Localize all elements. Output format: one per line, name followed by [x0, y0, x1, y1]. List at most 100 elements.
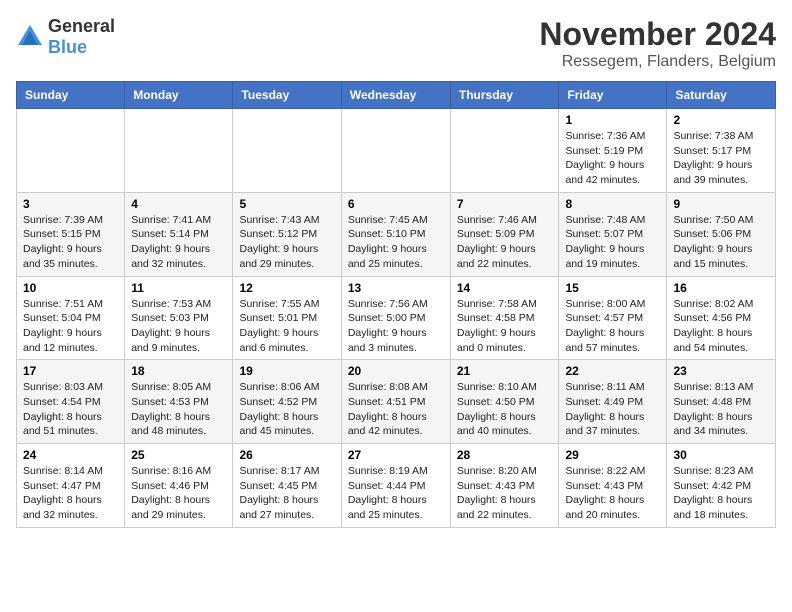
- day-info: Sunrise: 8:22 AMSunset: 4:43 PMDaylight:…: [565, 464, 660, 523]
- calendar-cell: 26Sunrise: 8:17 AMSunset: 4:45 PMDayligh…: [233, 444, 341, 528]
- header-monday: Monday: [125, 82, 233, 109]
- header-tuesday: Tuesday: [233, 82, 341, 109]
- calendar-cell: 16 Sunrise: 8:02 AMSunset: 4:56 PMDayligh…: [667, 276, 776, 360]
- day-info: Sunrise: 7:50 AMSunset: 5:06 PMDaylight:…: [673, 213, 769, 272]
- day-number: 8: [565, 197, 660, 211]
- calendar-cell: [450, 109, 559, 193]
- calendar-cell: 22Sunrise: 8:11 AMSunset: 4:49 PMDayligh…: [559, 360, 667, 444]
- day-number: 13: [348, 281, 444, 295]
- day-info: Sunrise: 7:36 AMSunset: 5:19 PMDaylight:…: [565, 129, 660, 188]
- calendar-cell: 28 Sunrise: 8:20 AMSunset: 4:43 PMDayligh…: [450, 444, 559, 528]
- calendar-cell: 11 Sunrise: 7:53 AMSunset: 5:03 PMDayligh…: [125, 276, 233, 360]
- day-number: 17: [23, 364, 118, 378]
- calendar-cell: 18Sunrise: 8:05 AMSunset: 4:53 PMDayligh…: [125, 360, 233, 444]
- day-info: Sunrise: 7:39 AMSunset: 5:15 PMDaylight:…: [23, 213, 118, 272]
- calendar-cell: 30 Sunrise: 8:23 AMSunset: 4:42 PMDayligh…: [667, 444, 776, 528]
- day-info: Sunrise: 7:56 AMSunset: 5:00 PMDaylight:…: [348, 297, 444, 356]
- calendar-cell: 15 Sunrise: 8:00 AMSunset: 4:57 PMDayligh…: [559, 276, 667, 360]
- calendar-cell: 6 Sunrise: 7:45 AMSunset: 5:10 PMDaylight…: [341, 192, 450, 276]
- day-number: 20: [348, 364, 444, 378]
- calendar-cell: 29 Sunrise: 8:22 AMSunset: 4:43 PMDayligh…: [559, 444, 667, 528]
- day-info: Sunrise: 7:51 AMSunset: 5:04 PMDaylight:…: [23, 297, 118, 356]
- calendar-cell: 21 Sunrise: 8:10 AMSunset: 4:50 PMDayligh…: [450, 360, 559, 444]
- day-info: Sunrise: 7:58 AMSunset: 4:58 PMDaylight:…: [457, 297, 553, 356]
- calendar-cell: 5 Sunrise: 7:43 AMSunset: 5:12 PMDaylight…: [233, 192, 341, 276]
- day-number: 9: [673, 197, 769, 211]
- day-number: 10: [23, 281, 118, 295]
- day-number: 21: [457, 364, 553, 378]
- header-friday: Friday: [559, 82, 667, 109]
- calendar-cell: 1 Sunrise: 7:36 AMSunset: 5:19 PMDaylight…: [559, 109, 667, 193]
- day-info: Sunrise: 7:53 AMSunset: 5:03 PMDaylight:…: [131, 297, 226, 356]
- day-info: Sunrise: 8:02 AMSunset: 4:56 PMDaylight:…: [673, 297, 769, 356]
- calendar-cell: 27 Sunrise: 8:19 AMSunset: 4:44 PMDayligh…: [341, 444, 450, 528]
- logo-text-blue: Blue: [48, 37, 87, 57]
- day-number: 15: [565, 281, 660, 295]
- day-info: Sunrise: 8:13 AMSunset: 4:48 PMDaylight:…: [673, 380, 769, 439]
- calendar-cell: 12Sunrise: 7:55 AMSunset: 5:01 PMDayligh…: [233, 276, 341, 360]
- day-number: 18: [131, 364, 226, 378]
- day-info: Sunrise: 7:43 AMSunset: 5:12 PMDaylight:…: [239, 213, 334, 272]
- day-number: 12: [239, 281, 334, 295]
- calendar-table: Sunday Monday Tuesday Wednesday Thursday…: [16, 81, 776, 528]
- day-number: 11: [131, 281, 226, 295]
- title-area: November 2024 Ressegem, Flanders, Belgiu…: [539, 16, 776, 71]
- calendar-week-1: 3 Sunrise: 7:39 AMSunset: 5:15 PMDaylight…: [17, 192, 776, 276]
- day-number: 6: [348, 197, 444, 211]
- day-number: 29: [565, 448, 660, 462]
- header-saturday: Saturday: [667, 82, 776, 109]
- calendar-cell: [125, 109, 233, 193]
- calendar-cell: 3 Sunrise: 7:39 AMSunset: 5:15 PMDaylight…: [17, 192, 125, 276]
- day-info: Sunrise: 8:19 AMSunset: 4:44 PMDaylight:…: [348, 464, 444, 523]
- day-number: 4: [131, 197, 226, 211]
- calendar-cell: 17 Sunrise: 8:03 AMSunset: 4:54 PMDayligh…: [17, 360, 125, 444]
- header-thursday: Thursday: [450, 82, 559, 109]
- calendar-week-2: 10 Sunrise: 7:51 AMSunset: 5:04 PMDayligh…: [17, 276, 776, 360]
- calendar-cell: [17, 109, 125, 193]
- day-number: 1: [565, 113, 660, 127]
- calendar-header-row: Sunday Monday Tuesday Wednesday Thursday…: [17, 82, 776, 109]
- day-info: Sunrise: 8:10 AMSunset: 4:50 PMDaylight:…: [457, 380, 553, 439]
- day-info: Sunrise: 8:03 AMSunset: 4:54 PMDaylight:…: [23, 380, 118, 439]
- day-info: Sunrise: 8:23 AMSunset: 4:42 PMDaylight:…: [673, 464, 769, 523]
- calendar-cell: [341, 109, 450, 193]
- day-number: 25: [131, 448, 226, 462]
- day-number: 23: [673, 364, 769, 378]
- day-number: 24: [23, 448, 118, 462]
- day-info: Sunrise: 8:14 AMSunset: 4:47 PMDaylight:…: [23, 464, 118, 523]
- day-number: 16: [673, 281, 769, 295]
- day-number: 30: [673, 448, 769, 462]
- logo-text-general: General: [48, 16, 115, 36]
- calendar-cell: 4 Sunrise: 7:41 AMSunset: 5:14 PMDaylight…: [125, 192, 233, 276]
- day-info: Sunrise: 7:48 AMSunset: 5:07 PMDaylight:…: [565, 213, 660, 272]
- day-info: Sunrise: 8:16 AMSunset: 4:46 PMDaylight:…: [131, 464, 226, 523]
- calendar-cell: 2 Sunrise: 7:38 AMSunset: 5:17 PMDaylight…: [667, 109, 776, 193]
- calendar-cell: 23 Sunrise: 8:13 AMSunset: 4:48 PMDayligh…: [667, 360, 776, 444]
- day-info: Sunrise: 8:06 AMSunset: 4:52 PMDaylight:…: [239, 380, 334, 439]
- header-wednesday: Wednesday: [341, 82, 450, 109]
- day-number: 2: [673, 113, 769, 127]
- day-number: 7: [457, 197, 553, 211]
- location-title: Ressegem, Flanders, Belgium: [539, 53, 776, 71]
- day-info: Sunrise: 8:00 AMSunset: 4:57 PMDaylight:…: [565, 297, 660, 356]
- calendar-week-3: 17 Sunrise: 8:03 AMSunset: 4:54 PMDayligh…: [17, 360, 776, 444]
- day-info: Sunrise: 7:41 AMSunset: 5:14 PMDaylight:…: [131, 213, 226, 272]
- page-header: General Blue November 2024 Ressegem, Fla…: [16, 16, 776, 71]
- calendar-cell: 10 Sunrise: 7:51 AMSunset: 5:04 PMDayligh…: [17, 276, 125, 360]
- day-info: Sunrise: 8:20 AMSunset: 4:43 PMDaylight:…: [457, 464, 553, 523]
- calendar-week-0: 1 Sunrise: 7:36 AMSunset: 5:19 PMDaylight…: [17, 109, 776, 193]
- day-number: 28: [457, 448, 553, 462]
- calendar-cell: 19Sunrise: 8:06 AMSunset: 4:52 PMDayligh…: [233, 360, 341, 444]
- day-number: 26: [239, 448, 334, 462]
- day-info: Sunrise: 7:45 AMSunset: 5:10 PMDaylight:…: [348, 213, 444, 272]
- logo: General Blue: [16, 16, 115, 58]
- day-number: 3: [23, 197, 118, 211]
- calendar-cell: 20Sunrise: 8:08 AMSunset: 4:51 PMDayligh…: [341, 360, 450, 444]
- calendar-cell: 9 Sunrise: 7:50 AMSunset: 5:06 PMDaylight…: [667, 192, 776, 276]
- day-info: Sunrise: 8:11 AMSunset: 4:49 PMDaylight:…: [565, 380, 660, 439]
- day-info: Sunrise: 7:46 AMSunset: 5:09 PMDaylight:…: [457, 213, 553, 272]
- day-number: 5: [239, 197, 334, 211]
- day-info: Sunrise: 7:38 AMSunset: 5:17 PMDaylight:…: [673, 129, 769, 188]
- header-sunday: Sunday: [17, 82, 125, 109]
- day-number: 27: [348, 448, 444, 462]
